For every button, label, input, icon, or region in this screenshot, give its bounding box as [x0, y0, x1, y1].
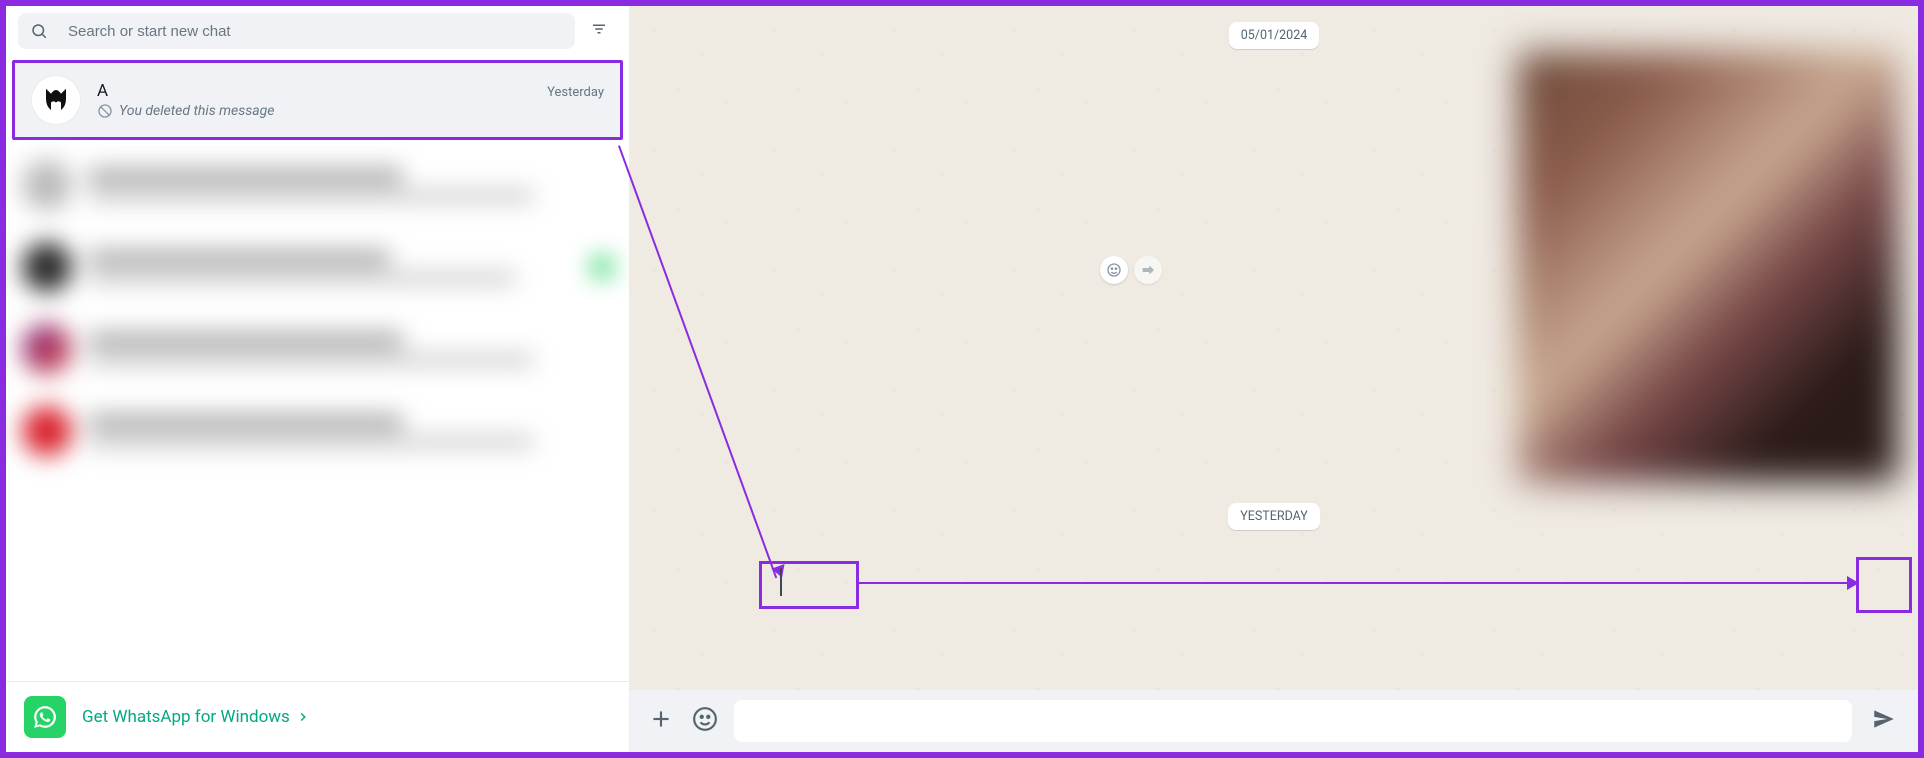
send-button[interactable] [1866, 703, 1902, 739]
chat-name: A [97, 81, 108, 101]
date-pill-bottom: YESTERDAY [1228, 503, 1319, 530]
whatsapp-web-app: A Yesterday You deleted this message [0, 0, 1924, 758]
search-icon [30, 22, 48, 40]
reaction-row[interactable] [1100, 256, 1162, 284]
whatsapp-logo-icon [24, 696, 66, 738]
filter-icon [590, 20, 608, 42]
chevron-right-icon [296, 710, 310, 724]
chat-info: A Yesterday You deleted this message [97, 81, 604, 119]
footer-label: Get WhatsApp for Windows [82, 707, 290, 727]
messages-area[interactable]: 05/01/2024 YESTERDAY [630, 6, 1918, 690]
footer-text: Get WhatsApp for Windows [82, 707, 310, 727]
search-row [6, 6, 629, 56]
chat-preview: You deleted this message [97, 103, 604, 119]
message-composer [630, 690, 1918, 752]
chat-pane: 05/01/2024 YESTERDAY [630, 6, 1918, 752]
chat-item-highlighted[interactable]: A Yesterday You deleted this message [12, 60, 623, 140]
chat-sidebar: A Yesterday You deleted this message [6, 6, 630, 752]
chat-list[interactable]: A Yesterday You deleted this message [6, 56, 629, 681]
annotation-text-caret [780, 568, 782, 596]
date-pill-top: 05/01/2024 [1229, 22, 1320, 49]
plus-icon [648, 706, 674, 736]
search-input[interactable] [48, 23, 563, 40]
chat-preview-text: You deleted this message [119, 103, 274, 119]
emoji-button[interactable] [690, 706, 720, 736]
forward-react-icon[interactable] [1134, 256, 1162, 284]
emoji-react-icon[interactable] [1100, 256, 1128, 284]
blurred-chat-list [6, 144, 629, 472]
chat-time: Yesterday [547, 85, 604, 100]
avatar [31, 75, 81, 125]
image-message-blurred[interactable] [1518, 52, 1898, 482]
attach-button[interactable] [646, 706, 676, 736]
message-input-wrap[interactable] [734, 700, 1852, 742]
search-field[interactable] [18, 13, 575, 49]
get-desktop-banner[interactable]: Get WhatsApp for Windows [6, 681, 629, 752]
ban-icon [97, 103, 113, 119]
send-icon [1871, 706, 1897, 736]
emoji-icon [692, 706, 718, 736]
filter-button[interactable] [581, 13, 617, 49]
message-input[interactable] [746, 713, 1840, 730]
